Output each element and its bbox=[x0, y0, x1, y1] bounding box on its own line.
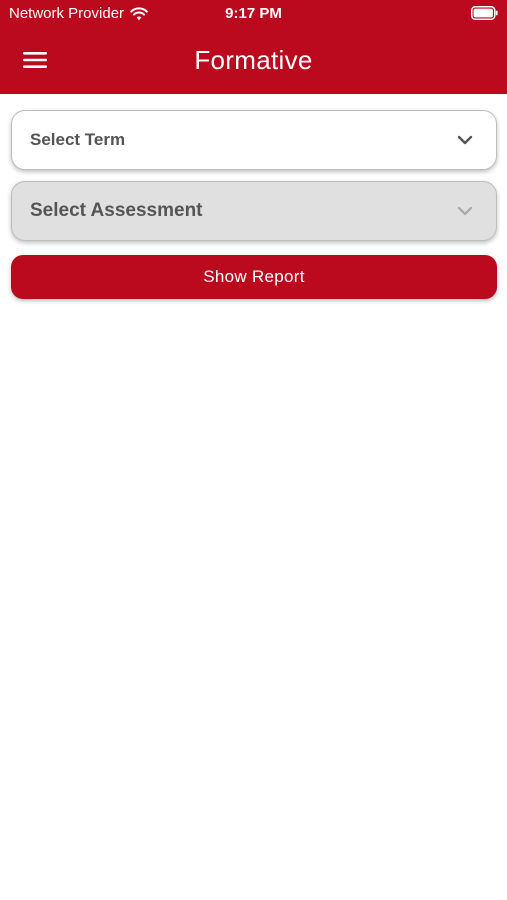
status-time: 9:17 PM bbox=[225, 5, 282, 22]
page-title: Formative bbox=[194, 45, 313, 75]
term-select[interactable]: Select Term bbox=[11, 110, 497, 170]
assessment-select-label: Select Assessment bbox=[30, 200, 203, 221]
chevron-down-icon bbox=[457, 135, 473, 145]
status-bar: Network Provider 9:17 PM bbox=[0, 0, 507, 28]
app-header: Network Provider 9:17 PM Formative bbox=[0, 0, 507, 94]
chevron-down-icon bbox=[457, 206, 473, 216]
assessment-select[interactable]: Select Assessment bbox=[11, 181, 497, 241]
term-select-label: Select Term bbox=[30, 130, 126, 149]
show-report-button[interactable]: Show Report bbox=[11, 255, 497, 299]
battery-icon bbox=[471, 6, 498, 20]
formative-screen: Network Provider 9:17 PM Formative Selec… bbox=[0, 0, 507, 900]
nav-bar: Formative bbox=[0, 30, 507, 90]
